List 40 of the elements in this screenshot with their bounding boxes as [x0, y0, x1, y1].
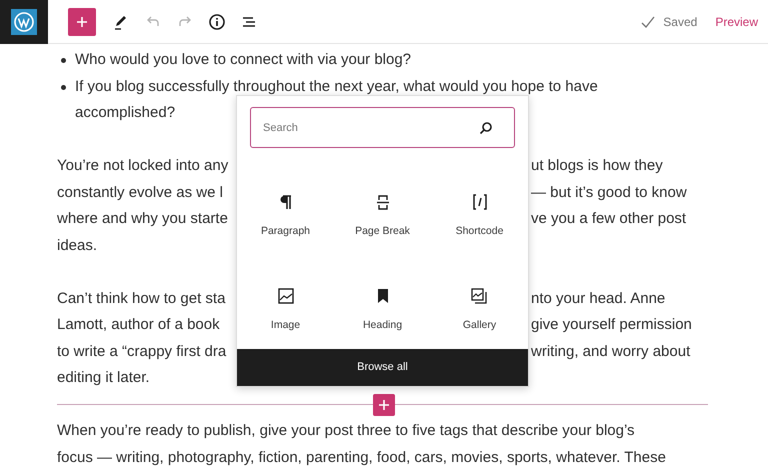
add-block-button[interactable]	[373, 394, 395, 416]
list-item-line: accomplished?	[75, 103, 176, 123]
paragraph-text-fragment: Lamott, author of a book	[57, 316, 220, 333]
preview-link[interactable]: Preview	[715, 12, 758, 30]
paragraph-text-fragment: where and why you starte	[57, 210, 228, 227]
check-icon	[641, 16, 656, 28]
paragraph-text-fragment: give yourself permission	[531, 315, 692, 335]
block-option[interactable]: Image	[270, 286, 300, 334]
paragraph-text-fragment: ve you a few other post	[531, 209, 686, 229]
paragraph-text-fragment: ideas.	[57, 236, 98, 254]
saved-status: Saved	[663, 14, 698, 30]
paragraph-text-fragment: You’re not locked into any	[57, 157, 228, 174]
bullet	[61, 84, 66, 90]
info-icon	[207, 12, 227, 32]
plus-button[interactable]	[68, 8, 96, 36]
paragraph-text-fragment: ut blogs is how they	[531, 156, 663, 176]
block-option[interactable]: Paragraph	[260, 192, 310, 240]
list-item-line: Who would you love to connect with via your blog?	[75, 50, 412, 70]
plus-icon	[377, 398, 391, 412]
block-option[interactable]: Gallery	[462, 286, 496, 334]
search-field[interactable]: Search	[250, 107, 515, 148]
block-option[interactable]: Shortcode	[456, 192, 504, 240]
search-icon[interactable]	[479, 121, 493, 135]
paragraph-text-fragment: — but it’s good to know	[531, 182, 687, 202]
paragraph-text-fragment: to write a “crappy first dra	[57, 342, 226, 360]
paragraph-text-fragment: editing it later.	[57, 369, 150, 386]
paragraph-text-fragment: writing, and worry about	[531, 342, 690, 362]
bullet	[61, 58, 66, 63]
block-option[interactable]: Heading	[362, 286, 402, 334]
block-option[interactable]: Page Break	[355, 192, 410, 240]
wordpress-logo[interactable]	[0, 0, 48, 44]
paragraph-text-fragment: Can’t think how to get sta	[57, 290, 226, 306]
logo-icon	[11, 8, 37, 34]
gallery-icon	[469, 286, 490, 306]
paragraph: When you’re ready to publish, give your post three to five tags that describe your blog’s focus — writing, photography, fiction, parenting, food, cars, movies, sports, whatever. These	[57, 421, 667, 468]
image-icon	[276, 286, 296, 306]
browse-all-button[interactable]: Browse all	[237, 349, 528, 386]
paragraph-text-fragment: constantly evolve as we l	[57, 184, 223, 200]
list-item-line: If you blog successfully throughout the next year, what would you hope to have	[75, 76, 598, 96]
paragraph-text-fragment: nto your head. Anne	[531, 288, 666, 308]
